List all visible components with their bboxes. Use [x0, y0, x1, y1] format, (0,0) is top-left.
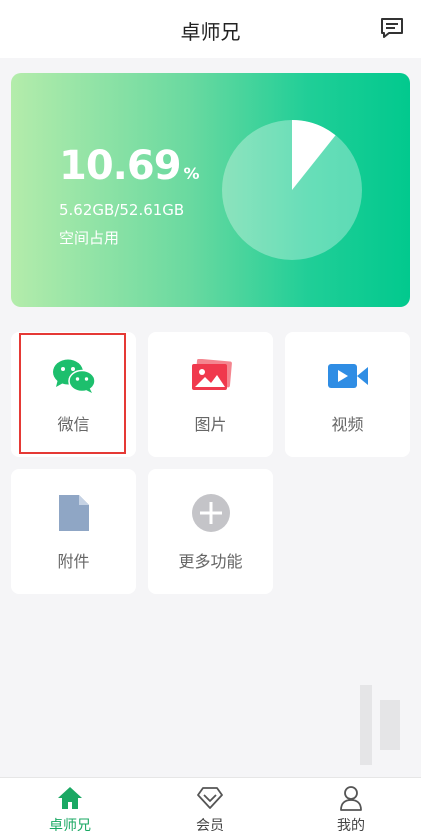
home-icon — [58, 787, 82, 809]
tile-images-label: 图片 — [194, 415, 227, 434]
storage-usage: 5.62GB/52.61GB — [59, 201, 185, 219]
tile-video[interactable]: 视频 — [285, 332, 410, 457]
tile-more-features[interactable]: 更多功能 — [148, 469, 273, 594]
plus-icon — [191, 494, 230, 532]
file-icon — [58, 495, 89, 531]
wechat-icon — [52, 359, 96, 393]
tab-vip-label: 会员 — [196, 818, 224, 831]
top-header: 卓师兄 — [0, 0, 421, 58]
tile-attachments[interactable]: 附件 — [11, 469, 136, 594]
tile-wechat[interactable]: 微信 — [11, 332, 136, 457]
storage-percent: 10.69% — [59, 143, 200, 189]
message-button[interactable] — [379, 15, 405, 41]
tab-vip[interactable]: 会员 — [160, 778, 260, 831]
storage-usage-label: 空间占用 — [59, 229, 120, 247]
tab-home[interactable]: 卓师兄 — [20, 778, 120, 831]
tile-video-label: 视频 — [331, 415, 364, 434]
user-icon — [340, 786, 362, 811]
vip-diamond-icon — [197, 787, 223, 809]
storage-card[interactable]: 10.69% 5.62GB/52.61GB 空间占用 — [11, 73, 410, 307]
video-icon — [327, 364, 368, 388]
page-title: 卓师兄 — [180, 20, 241, 44]
message-icon — [381, 18, 403, 38]
tile-wechat-label: 微信 — [57, 415, 90, 434]
watermark-logo — [360, 685, 400, 765]
tab-mine[interactable]: 我的 — [301, 778, 401, 831]
storage-percent-symbol: % — [183, 164, 200, 183]
bottom-tab-bar: 卓师兄 会员 我的 — [0, 777, 421, 831]
storage-percent-value: 10.69 — [59, 143, 182, 189]
tile-attachments-label: 附件 — [57, 552, 90, 571]
tab-home-label: 卓师兄 — [49, 818, 91, 831]
image-icon — [191, 359, 232, 390]
tab-mine-label: 我的 — [337, 818, 365, 831]
tile-more-features-label: 更多功能 — [178, 552, 243, 571]
storage-pie-chart — [222, 120, 362, 260]
tile-images[interactable]: 图片 — [148, 332, 273, 457]
